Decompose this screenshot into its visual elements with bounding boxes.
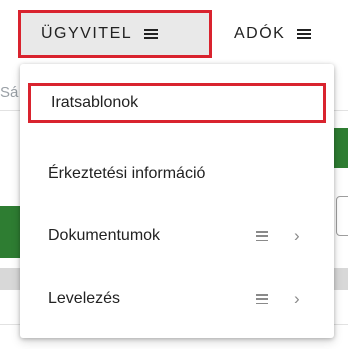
nav-item-label: ADÓK — [234, 25, 286, 42]
hamburger-icon — [256, 294, 268, 304]
background-divider — [0, 110, 20, 111]
menu-item-erkeztetesi-informacio[interactable]: Érkeztetési információ — [20, 154, 334, 194]
nav-item-ugyvitel[interactable]: ÜGYVITEL — [18, 10, 212, 58]
background-gray-strip — [0, 268, 20, 290]
hamburger-icon — [256, 231, 268, 241]
chevron-right-icon[interactable]: › — [294, 226, 300, 246]
menu-item-dokumentumok[interactable]: Dokumentumok › — [20, 216, 334, 256]
ugyvitel-dropdown-menu: Iratsablonok Érkeztetési információ Doku… — [20, 64, 334, 338]
hamburger-icon — [297, 29, 312, 39]
chevron-right-icon[interactable]: › — [294, 289, 300, 309]
background-green-bar — [0, 206, 20, 258]
menu-item-iratsablonok[interactable]: Iratsablonok — [28, 83, 326, 123]
menu-item-label: Érkeztetési információ — [48, 165, 206, 182]
background-divider — [334, 324, 348, 325]
background-green-bar — [334, 128, 348, 168]
background-divider — [0, 324, 20, 325]
background-input-box — [336, 196, 348, 236]
background-gray-strip — [334, 268, 348, 290]
menu-item-label: Levelezés — [48, 290, 121, 307]
background-divider — [334, 110, 348, 111]
hamburger-icon — [144, 29, 159, 39]
background-partial-text: Sá — [0, 84, 19, 101]
nav-item-label: ÜGYVITEL — [41, 25, 133, 42]
menu-item-levelezes[interactable]: Levelezés › — [20, 279, 334, 319]
menu-item-label: Dokumentumok — [48, 227, 161, 244]
menu-item-label: Iratsablonok — [51, 94, 139, 111]
screen: Sá ÜGYVITEL ADÓK Iratsablonok Érkeztetés… — [0, 0, 348, 349]
nav-item-adok[interactable]: ADÓK — [234, 22, 312, 46]
